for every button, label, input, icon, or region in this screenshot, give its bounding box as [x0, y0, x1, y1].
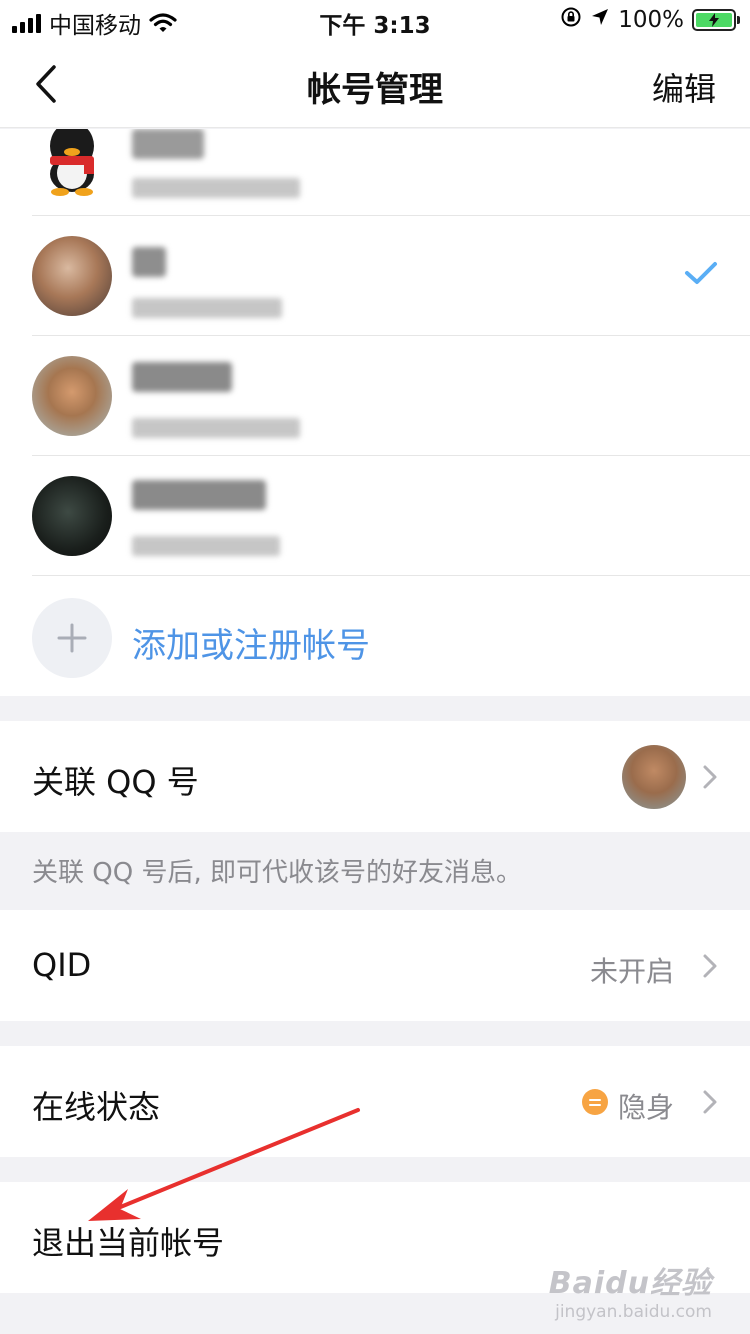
- account-number: [132, 178, 300, 198]
- qid-value: 未开启: [589, 955, 674, 988]
- online-status-label: 在线状态: [32, 1088, 161, 1126]
- account-name: [132, 362, 232, 392]
- account-number: [132, 298, 282, 318]
- status-bar: 中国移动 下午 3:13 100%: [0, 0, 750, 40]
- check-icon: [684, 260, 718, 290]
- qid-label: QID: [32, 946, 92, 984]
- account-avatar: [32, 356, 112, 436]
- account-row[interactable]: [0, 216, 750, 336]
- baidu-watermark: Baidu经验 jingyan.baidu.com: [549, 1258, 712, 1322]
- wifi-icon: [149, 12, 177, 34]
- account-row[interactable]: [0, 336, 750, 456]
- location-arrow-icon: [590, 7, 610, 33]
- logout-label: 退出当前帐号: [32, 1224, 225, 1262]
- watermark-logo-text: Baidu经验: [548, 1266, 712, 1301]
- account-row[interactable]: [0, 129, 750, 216]
- linked-qq-label: 关联 QQ 号: [32, 763, 199, 801]
- orientation-lock-icon: [560, 6, 582, 34]
- chevron-left-icon: [36, 65, 56, 103]
- account-number: [132, 418, 300, 438]
- account-name: [132, 247, 166, 277]
- account-avatar: [32, 476, 112, 556]
- page-title: 帐号管理: [307, 70, 443, 110]
- account-avatar: [32, 236, 112, 316]
- account-name: [132, 480, 266, 510]
- linked-qq-hint: 关联 QQ 号后, 即可代收该号的好友消息。: [32, 858, 522, 888]
- invisible-status-icon: [582, 1089, 608, 1115]
- account-row[interactable]: [0, 456, 750, 576]
- linked-qq-cell[interactable]: 关联 QQ 号: [0, 721, 750, 832]
- plus-icon: [32, 598, 112, 678]
- account-name: [132, 129, 204, 159]
- account-list: 添加或注册帐号: [0, 129, 750, 696]
- chevron-right-icon: [703, 765, 717, 789]
- watermark-url: jingyan.baidu.com: [555, 1302, 712, 1322]
- qid-cell[interactable]: QID 未开启: [0, 910, 750, 1021]
- carrier-name: 中国移动: [49, 13, 141, 39]
- navigation-bar: 帐号管理 编辑: [0, 40, 750, 128]
- add-account-row[interactable]: 添加或注册帐号: [0, 576, 750, 696]
- battery-percent: 100%: [618, 7, 684, 33]
- linked-qq-avatar: [622, 745, 686, 809]
- account-number: [132, 536, 280, 556]
- account-avatar: [32, 129, 112, 196]
- cellular-signal-icon: [12, 13, 41, 33]
- chevron-right-icon: [703, 954, 717, 978]
- edit-button[interactable]: 编辑: [652, 64, 716, 110]
- battery-icon: [692, 9, 740, 31]
- online-status-value: 隐身: [617, 1091, 674, 1124]
- chevron-right-icon: [703, 1090, 717, 1114]
- add-account-label: 添加或注册帐号: [132, 626, 370, 666]
- back-button[interactable]: [26, 60, 66, 108]
- online-status-cell[interactable]: 在线状态 隐身: [0, 1046, 750, 1157]
